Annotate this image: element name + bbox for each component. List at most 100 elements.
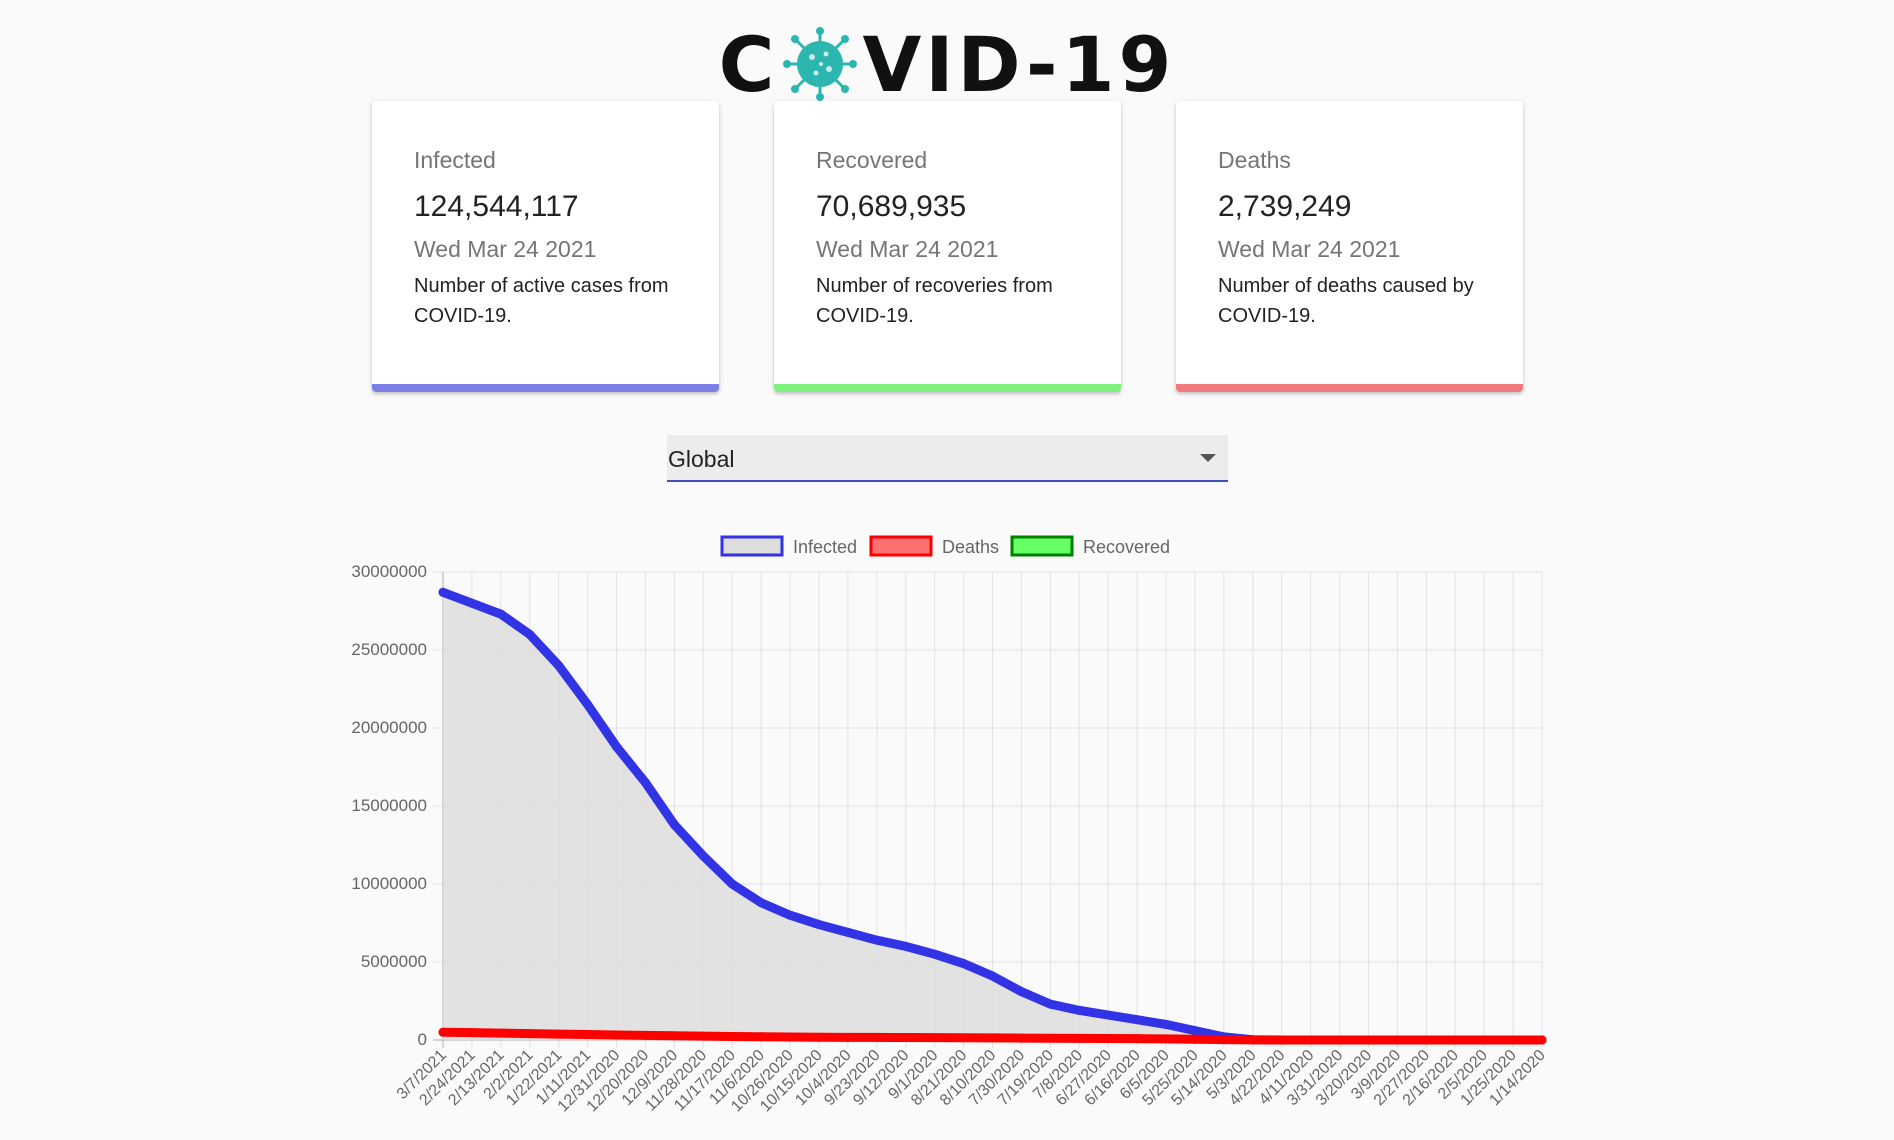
data-point-deaths <box>1161 1034 1171 1044</box>
data-point-deaths <box>1335 1035 1345 1045</box>
data-point-deaths <box>1479 1035 1489 1045</box>
recovered-date: Wed Mar 24 2021 <box>816 236 999 262</box>
data-point-infected <box>843 927 853 937</box>
data-point-deaths <box>901 1033 911 1043</box>
virus-icon <box>780 24 860 104</box>
data-point-deaths <box>698 1031 708 1041</box>
data-point-deaths <box>640 1030 650 1040</box>
infected-card-title: Infected <box>414 147 496 173</box>
legend-swatch-deaths <box>869 535 933 557</box>
data-point-deaths <box>1219 1035 1229 1045</box>
data-point-deaths <box>1248 1035 1258 1045</box>
data-point-deaths <box>467 1028 477 1038</box>
legend-label-infected: Infected <box>793 537 857 557</box>
infected-card: Infected 124,544,117 Wed Mar 24 2021 Num… <box>372 101 719 392</box>
data-point-deaths <box>814 1032 824 1042</box>
data-point-deaths <box>1016 1033 1026 1043</box>
app-title-suffix: VID-19 <box>862 19 1176 109</box>
data-point-deaths <box>1132 1034 1142 1044</box>
data-point-deaths <box>1450 1035 1460 1045</box>
legend-label-deaths: Deaths <box>942 537 999 557</box>
data-point-infected <box>727 879 737 889</box>
data-point-deaths <box>1421 1035 1431 1045</box>
data-point-infected <box>496 609 506 619</box>
data-point-infected <box>525 629 535 639</box>
data-point-deaths <box>756 1032 766 1042</box>
legend-label-recovered: Recovered <box>1083 537 1170 557</box>
data-point-infected <box>785 910 795 920</box>
data-point-infected <box>1190 1026 1200 1036</box>
cases-line-chart: 0 5000000 10000000 15000000 20000000 25000000… <box>351 535 1549 1115</box>
data-point-infected <box>901 941 911 951</box>
data-point-infected <box>554 661 564 671</box>
y-tick-label: 0 <box>418 1030 427 1049</box>
data-point-infected <box>756 898 766 908</box>
data-point-deaths <box>1537 1035 1547 1045</box>
data-point-infected <box>959 959 969 969</box>
data-point-deaths <box>1306 1035 1316 1045</box>
country-select-value: Global <box>668 446 735 472</box>
y-tick-label: 20000000 <box>351 718 427 737</box>
data-point-infected <box>1103 1010 1113 1020</box>
data-point-infected <box>872 935 882 945</box>
y-tick-label: 5000000 <box>361 952 427 971</box>
data-point-deaths <box>843 1032 853 1042</box>
recovered-description: Number of recoveries from COVID-19. <box>816 275 1053 327</box>
data-point-deaths <box>727 1031 737 1041</box>
data-point-deaths <box>612 1030 622 1040</box>
data-point-deaths <box>583 1030 593 1040</box>
data-point-deaths <box>930 1033 940 1043</box>
data-point-infected <box>669 820 679 830</box>
legend-swatch-infected <box>720 535 784 557</box>
recovered-count: 70,689,935 <box>816 190 967 223</box>
data-point-infected <box>930 949 940 959</box>
deaths-date: Wed Mar 24 2021 <box>1218 236 1401 262</box>
data-point-infected <box>1016 987 1026 997</box>
data-point-deaths <box>1103 1034 1113 1044</box>
deaths-count: 2,739,249 <box>1218 190 1352 223</box>
data-point-deaths <box>959 1033 969 1043</box>
infected-description: Number of active cases from COVID-19. <box>414 275 669 327</box>
data-point-deaths <box>1045 1033 1055 1043</box>
recovered-card-title: Recovered <box>816 147 928 173</box>
infected-accent-bar <box>372 384 719 392</box>
y-tick-label: 15000000 <box>351 796 427 815</box>
data-point-deaths <box>988 1033 997 1043</box>
data-point-infected <box>1074 1005 1084 1015</box>
data-point-deaths <box>1277 1035 1287 1045</box>
data-point-infected <box>1132 1015 1142 1025</box>
y-tick-label: 30000000 <box>351 562 427 581</box>
data-point-deaths <box>525 1029 535 1039</box>
y-tick-label: 10000000 <box>351 874 427 893</box>
infected-date: Wed Mar 24 2021 <box>414 236 597 262</box>
data-point-deaths <box>1074 1033 1084 1043</box>
data-point-deaths <box>496 1028 506 1038</box>
data-point-infected <box>612 742 622 752</box>
data-point-deaths <box>554 1029 564 1039</box>
data-point-deaths <box>669 1031 679 1041</box>
data-point-infected <box>988 971 997 981</box>
app-title-prefix: C <box>718 19 779 109</box>
app-logo: C VID-19 <box>0 14 1894 114</box>
deaths-card: Deaths 2,739,249 Wed Mar 24 2021 Number … <box>1176 101 1523 392</box>
country-select[interactable]: Global <box>667 435 1228 482</box>
infected-count: 124,544,117 <box>414 190 579 223</box>
data-point-deaths <box>1392 1035 1402 1045</box>
data-point-infected <box>1045 999 1055 1009</box>
data-point-deaths <box>785 1032 795 1042</box>
recovered-card: Recovered 70,689,935 Wed Mar 24 2021 Num… <box>774 101 1121 392</box>
data-point-deaths <box>1363 1035 1373 1045</box>
data-point-infected <box>698 851 708 861</box>
data-point-deaths <box>872 1032 882 1042</box>
data-point-infected <box>467 598 477 608</box>
data-point-infected <box>640 778 650 788</box>
data-point-infected <box>814 920 824 930</box>
app-title: C VID-19 <box>719 20 1176 109</box>
deaths-card-title: Deaths <box>1218 147 1291 173</box>
data-point-infected <box>583 700 593 710</box>
data-point-deaths <box>438 1027 448 1037</box>
data-point-infected <box>438 587 448 597</box>
legend-swatch-recovered <box>1010 535 1074 557</box>
y-tick-label: 25000000 <box>351 640 427 659</box>
chevron-down-icon[interactable] <box>1200 454 1216 462</box>
